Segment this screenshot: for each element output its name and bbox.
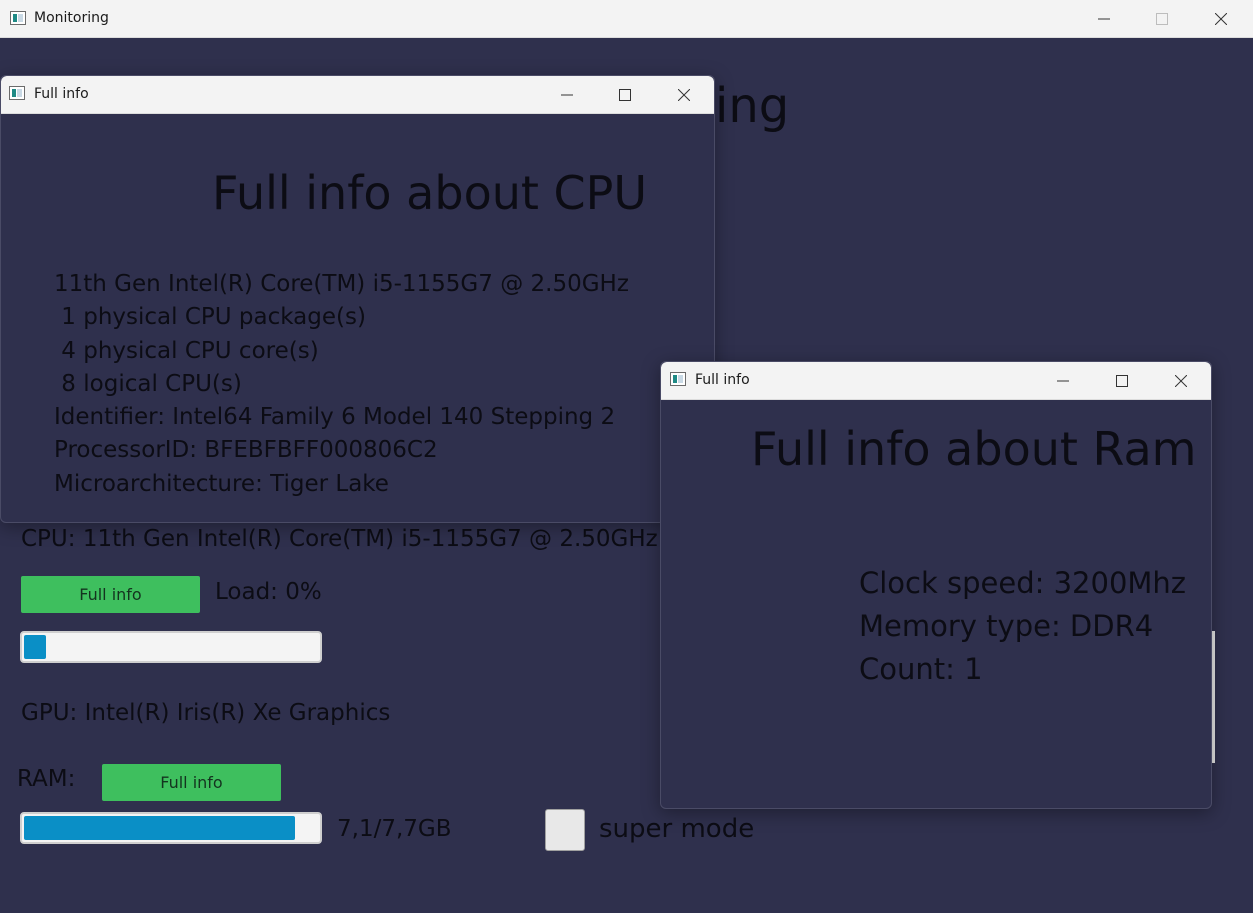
ram-window-titlebar[interactable]: Full info (661, 362, 1211, 400)
ram-window-app-icon (670, 372, 686, 386)
cpu-label: CPU: 11th Gen Intel(R) Core(TM) i5-1155G… (21, 526, 658, 552)
cpu-load-progress (20, 631, 322, 663)
ram-window-maximize-button[interactable] (1093, 362, 1151, 399)
maximize-icon (1116, 374, 1128, 387)
window-title: Monitoring (34, 10, 109, 26)
ram-usage-progress-fill (24, 816, 295, 840)
cpu-window-title: Full info (34, 86, 89, 102)
ram-label: RAM: (17, 766, 76, 792)
super-mode-checkbox[interactable] (545, 809, 585, 851)
ram-info-list: Clock speed: 3200Mhz Memory type: DDR4 C… (859, 562, 1186, 691)
cpu-info-processor-id: ProcessorID: BFEBFBFF000806C2 (54, 437, 438, 464)
cpu-info-logical: 8 logical CPU(s) (54, 370, 242, 397)
app-icon (10, 11, 26, 25)
close-button[interactable] (1192, 0, 1250, 37)
maximize-icon (1156, 12, 1168, 25)
minimize-button[interactable] (1075, 0, 1133, 37)
close-icon (1175, 374, 1187, 387)
minimize-icon (561, 94, 573, 95)
super-mode-label: super mode (599, 814, 755, 844)
ram-window-heading: Full info about Ram (751, 422, 1197, 476)
cpu-window-close-button[interactable] (655, 76, 713, 113)
ram-full-info-button[interactable]: Full info (102, 764, 281, 801)
cpu-info-microarchitecture: Microarchitecture: Tiger Lake (54, 470, 389, 497)
ram-window-minimize-button[interactable] (1034, 362, 1092, 399)
cpu-info-model: 11th Gen Intel(R) Core(TM) i5-1155G7 @ 2… (54, 271, 629, 297)
ram-info-count: Count: 1 (859, 652, 983, 686)
ram-full-info-window: Full info Full info about Ram Clock spee… (660, 361, 1212, 809)
cpu-full-info-window: Full info Full info about CPU 11th Gen I… (0, 75, 715, 523)
cpu-full-info-button[interactable]: Full info (21, 576, 200, 613)
cpu-info-list: 11th Gen Intel(R) Core(TM) i5-1155G7 @ 2… (54, 268, 629, 501)
minimize-icon (1057, 380, 1069, 381)
cpu-window-heading: Full info about CPU (212, 166, 648, 220)
ram-info-memory-type: Memory type: DDR4 (859, 609, 1154, 643)
cpu-window-minimize-button[interactable] (538, 76, 596, 113)
cpu-info-packages: 1 physical CPU package(s) (54, 304, 366, 331)
gpu-label: GPU: Intel(R) Iris(R) Xe Graphics (21, 700, 391, 726)
ram-window-close-button[interactable] (1152, 362, 1210, 399)
main-titlebar[interactable]: Monitoring (0, 0, 1253, 38)
minimize-icon (1098, 18, 1110, 19)
cpu-load-label: Load: 0% (215, 579, 322, 605)
cpu-window-titlebar[interactable]: Full info (1, 76, 714, 114)
close-icon (678, 88, 690, 101)
main-heading: ing (715, 78, 790, 134)
maximize-button[interactable] (1133, 0, 1191, 37)
cpu-load-progress-fill (24, 635, 46, 659)
ram-window-title: Full info (695, 372, 750, 388)
ram-usage-text: 7,1/7,7GB (337, 816, 452, 842)
maximize-icon (619, 88, 631, 101)
close-icon (1215, 12, 1227, 25)
ram-info-clock-speed: Clock speed: 3200Mhz (859, 566, 1187, 600)
cpu-info-cores: 4 physical CPU core(s) (54, 337, 319, 364)
cpu-window-maximize-button[interactable] (596, 76, 654, 113)
cpu-info-identifier: Identifier: Intel64 Family 6 Model 140 S… (54, 404, 616, 431)
cpu-window-app-icon (9, 86, 25, 100)
ram-usage-progress (20, 812, 322, 844)
